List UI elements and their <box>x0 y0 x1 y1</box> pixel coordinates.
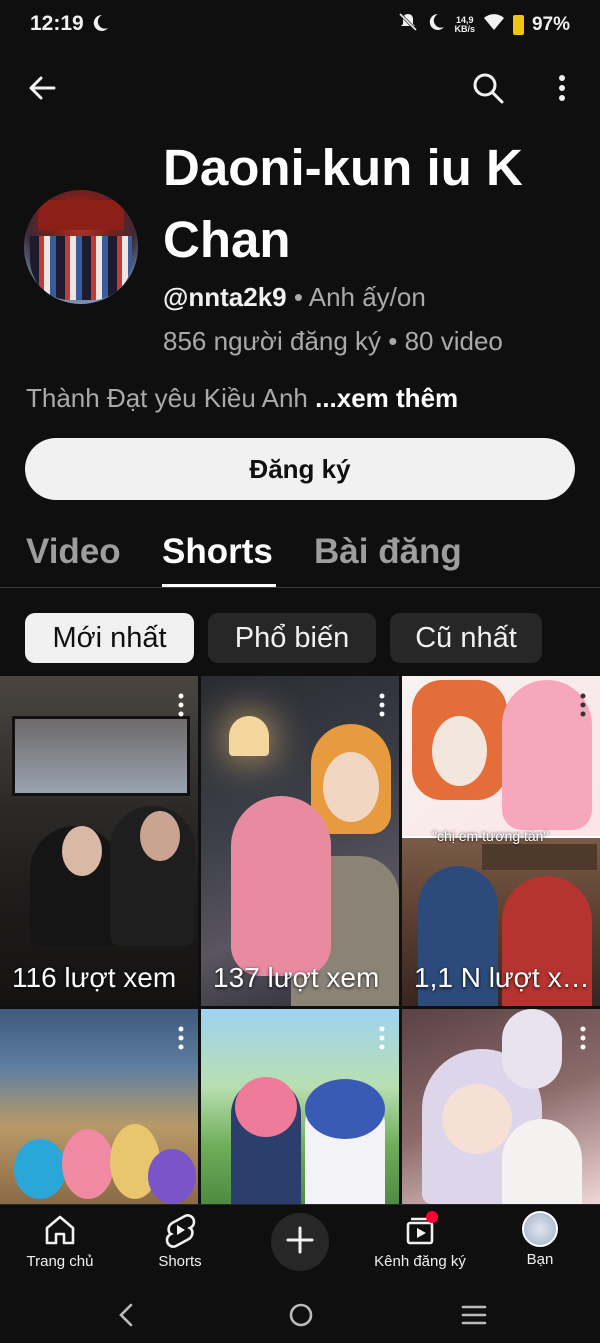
nav-home-label: Trang chủ <box>26 1253 94 1270</box>
nav-subscriptions-label: Kênh đăng ký <box>374 1253 466 1270</box>
tab-posts[interactable]: Bài đăng <box>314 532 462 572</box>
view-count: 116 lượt xem <box>12 962 177 993</box>
short-thumbnail[interactable] <box>0 1009 198 1204</box>
nav-you[interactable]: Bạn <box>480 1211 600 1268</box>
system-home-icon[interactable] <box>286 1300 316 1335</box>
top-app-bar <box>0 60 600 116</box>
more-vert-icon[interactable] <box>176 1025 186 1056</box>
more-vert-icon[interactable] <box>550 70 574 111</box>
subscriptions-icon <box>360 1211 480 1249</box>
search-icon[interactable] <box>470 70 506 111</box>
nav-shorts-label: Shorts <box>158 1253 202 1270</box>
chip-newest[interactable]: Mới nhất <box>25 613 194 663</box>
moon-icon <box>426 12 446 38</box>
battery-icon <box>512 15 524 35</box>
channel-description[interactable]: Thành Đạt yêu Kiều Anh ...xem thêm <box>26 383 458 414</box>
notification-dot <box>426 1211 438 1223</box>
status-bar: 12:19 14,9 KB/s 97% <box>0 0 600 52</box>
system-navigation-bar <box>0 1288 600 1343</box>
active-tab-indicator <box>162 584 276 587</box>
short-thumbnail[interactable]: 137 lượt xem <box>201 676 399 1006</box>
plus-icon <box>285 1225 315 1260</box>
tab-video[interactable]: Video <box>26 532 121 572</box>
chip-oldest[interactable]: Cũ nhất <box>390 613 542 663</box>
more-vert-icon[interactable] <box>176 692 186 723</box>
system-recents-icon[interactable] <box>460 1300 488 1335</box>
more-vert-icon[interactable] <box>578 1025 588 1056</box>
net-speed: 14,9 KB/s <box>454 15 475 34</box>
channel-pronouns: • Anh ấy/on <box>286 282 426 312</box>
channel-handle: @nnta2k9 <box>163 282 287 312</box>
more-vert-icon[interactable] <box>377 692 387 723</box>
channel-tabs: Video Shorts Bài đăng <box>0 528 600 588</box>
home-icon <box>0 1211 120 1249</box>
user-avatar <box>522 1211 558 1247</box>
nav-you-label: Bạn <box>526 1251 554 1268</box>
thumbnail-caption: "chị em tương tàn" <box>432 828 549 844</box>
tab-shorts[interactable]: Shorts <box>162 532 273 572</box>
channel-handle-line: @nnta2k9 • Anh ấy/on <box>163 282 426 313</box>
dnd-moon-icon <box>90 13 110 38</box>
short-thumbnail[interactable] <box>201 1009 399 1204</box>
description-text: Thành Đạt yêu Kiều Anh <box>26 383 316 413</box>
create-button[interactable] <box>271 1213 329 1271</box>
see-more-link[interactable]: ...xem thêm <box>315 383 458 413</box>
more-vert-icon[interactable] <box>377 1025 387 1056</box>
short-thumbnail[interactable]: 116 lượt xem <box>0 676 198 1006</box>
bottom-navigation: Trang chủ Shorts Kênh đăng ký Bạn <box>0 1204 600 1288</box>
back-arrow-icon[interactable] <box>24 70 60 111</box>
subscribe-button[interactable]: Đăng ký <box>25 438 575 500</box>
status-time: 12:19 <box>30 12 84 35</box>
wifi-icon <box>483 13 505 37</box>
nav-subscriptions[interactable]: Kênh đăng ký <box>360 1211 480 1270</box>
channel-name: Daoni-kun iu K Chan <box>163 139 523 268</box>
short-thumbnail[interactable]: "chị em tương tàn" 1,1 N lượt xem <box>402 676 600 1006</box>
system-back-icon[interactable] <box>115 1300 139 1335</box>
silent-bell-icon <box>398 12 418 38</box>
channel-stats: 856 người đăng ký • 80 video <box>163 326 503 356</box>
view-count: 1,1 N lượt xem <box>414 962 590 993</box>
channel-avatar[interactable] <box>24 190 138 304</box>
battery-percent: 97% <box>531 14 570 35</box>
status-right: 14,9 KB/s 97% <box>398 12 570 38</box>
shorts-icon <box>120 1211 240 1249</box>
more-vert-icon[interactable] <box>578 692 588 723</box>
nav-home[interactable]: Trang chủ <box>0 1211 120 1270</box>
chip-popular[interactable]: Phổ biến <box>208 613 376 663</box>
nav-shorts[interactable]: Shorts <box>120 1211 240 1270</box>
short-thumbnail[interactable] <box>402 1009 600 1204</box>
view-count: 137 lượt xem <box>213 962 380 993</box>
